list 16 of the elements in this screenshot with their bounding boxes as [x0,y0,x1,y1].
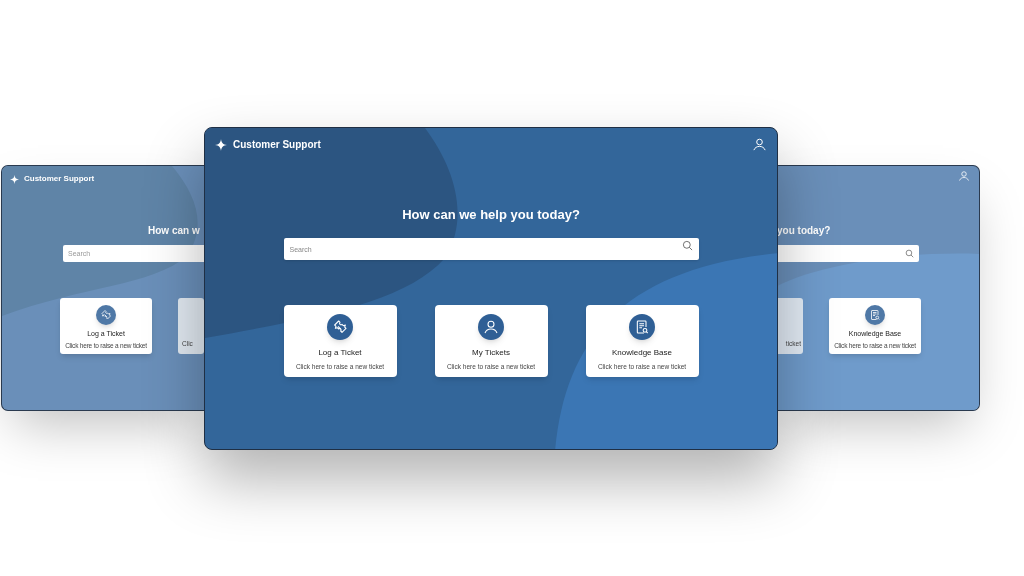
page-heading: How can w [148,224,200,238]
user-icon[interactable] [752,137,767,152]
card-title: My Tickets [472,346,510,359]
card-title: Knowledge Base [611,346,672,359]
search-field[interactable] [777,245,919,262]
app-title: Customer Support [24,173,95,185]
app-title: Customer Support [233,138,321,152]
sparkle-icon [215,138,227,151]
document-search-icon [634,318,650,335]
search-icon[interactable] [681,239,693,251]
page-heading: How can we help you today? [402,206,580,224]
search-icon[interactable] [905,249,914,258]
page-heading: you today? [777,224,831,238]
sparkle-icon [10,174,19,184]
card-title: Log a Ticket [318,346,362,359]
person-icon [483,318,499,335]
